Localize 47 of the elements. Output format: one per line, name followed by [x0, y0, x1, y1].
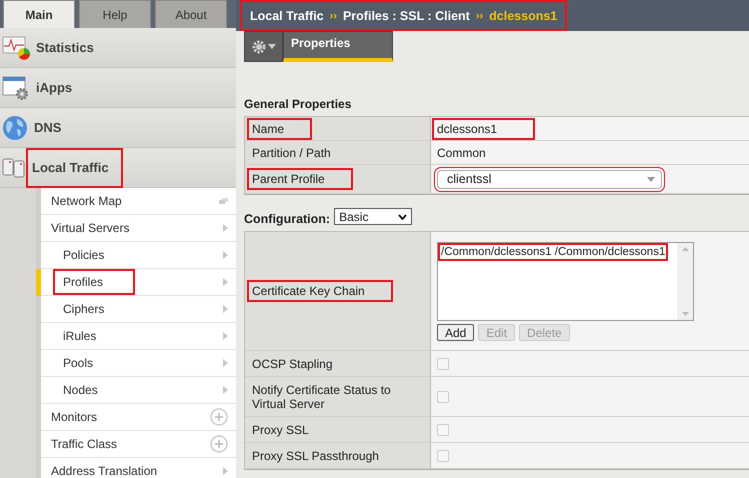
- nav-item-label: Pools: [63, 355, 94, 372]
- nav-item[interactable]: Nodes: [41, 377, 236, 404]
- field-label: OCSP Stapling: [252, 356, 332, 370]
- nav-item-label: Ciphers: [63, 301, 106, 318]
- nav-item[interactable]: iRules: [41, 323, 236, 350]
- field-label: Proxy SSL Passthrough: [252, 448, 379, 462]
- properties-tab[interactable]: Properties: [283, 31, 393, 62]
- nav-item[interactable]: Traffic Class: [41, 431, 236, 458]
- nav-tab[interactable]: About: [155, 0, 227, 28]
- breadcrumb-item[interactable]: Local Traffic: [250, 8, 324, 22]
- nav-item[interactable]: Address Translation: [41, 458, 236, 478]
- nav-item-label: Policies: [63, 247, 106, 264]
- nav-item[interactable]: Network Map: [41, 188, 236, 215]
- field-label: Name: [247, 118, 312, 140]
- field-value: Common: [437, 146, 486, 160]
- nav-item-label: Virtual Servers: [51, 220, 130, 237]
- breadcrumb-separator: ››: [476, 10, 484, 22]
- nav-item-label: Profiles: [55, 271, 134, 293]
- nav-item[interactable]: Pools: [41, 350, 236, 377]
- chain-button[interactable]: Add: [437, 324, 474, 341]
- field-value: dclessons1: [432, 118, 536, 140]
- nav-item-label: Traffic Class: [51, 436, 118, 453]
- nav-item[interactable]: Ciphers: [41, 296, 236, 323]
- field-label: Certificate Key Chain: [247, 280, 393, 302]
- breadcrumb-separator: ››: [330, 10, 337, 22]
- field-label: Parent Profile: [247, 168, 353, 190]
- nav-item-label: iRules: [63, 328, 98, 345]
- nav-item-label: Address Translation: [51, 463, 158, 478]
- nav-tab[interactable]: Main: [3, 0, 75, 28]
- nav-tab[interactable]: Help: [79, 0, 151, 28]
- nav-item[interactable]: Monitors: [41, 404, 236, 431]
- nav-item[interactable]: Policies: [41, 242, 236, 269]
- key-chain-entry[interactable]: /Common/dclessons1 /Common/dclessons1: [438, 243, 668, 261]
- field-label: Proxy SSL: [252, 422, 309, 436]
- key-chain-list[interactable]: /Common/dclessons1 /Common/dclessons1: [437, 242, 694, 321]
- field-label: Notify Certificate Status to Virtual Server: [252, 382, 392, 410]
- section-title: General Properties: [244, 97, 352, 111]
- field-label: Partition / Path: [252, 146, 331, 160]
- configuration-label: Configuration:: [244, 212, 330, 226]
- nav-item-label: Nodes: [63, 382, 99, 399]
- nav-item-label: Monitors: [51, 409, 98, 426]
- breadcrumb-item[interactable]: Profiles : SSL : Client: [342, 8, 470, 22]
- configuration-select[interactable]: Basic: [334, 208, 412, 225]
- nav-item[interactable]: Virtual Servers: [41, 215, 236, 242]
- breadcrumb-item: dclessons1: [489, 8, 558, 22]
- nav-item[interactable]: Profiles: [41, 269, 236, 296]
- nav-item-label: Network Map: [51, 193, 123, 210]
